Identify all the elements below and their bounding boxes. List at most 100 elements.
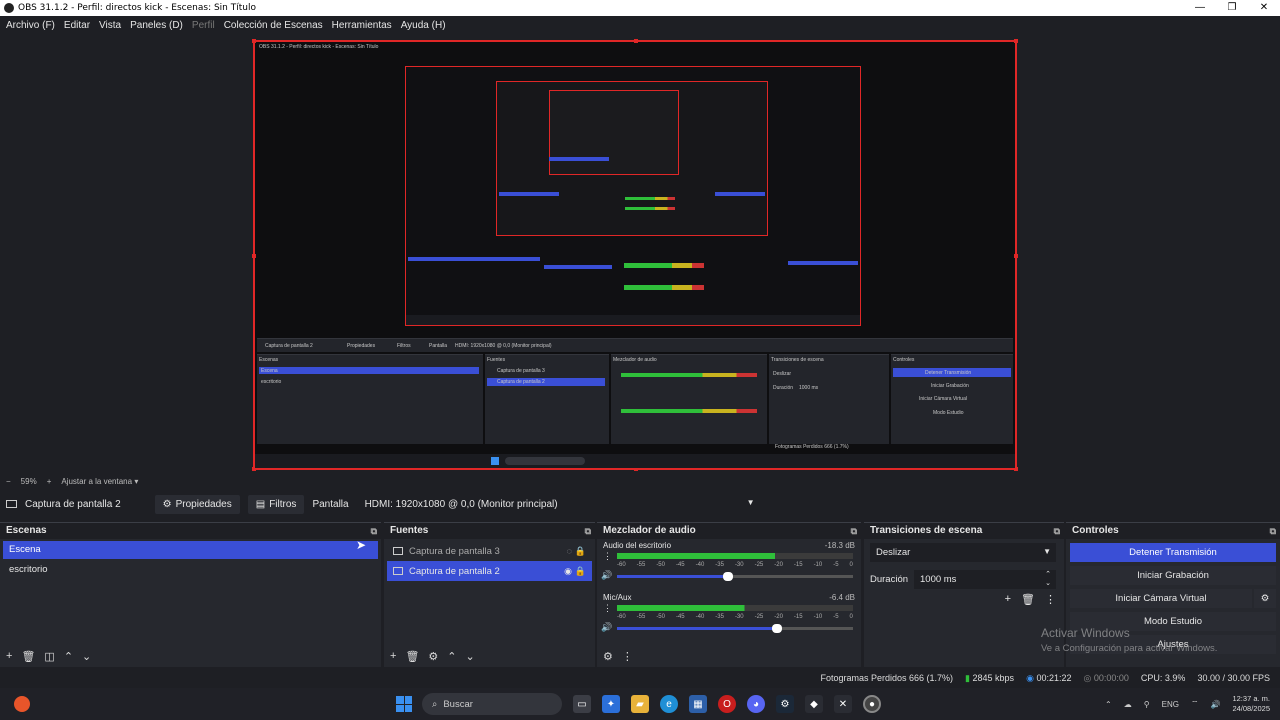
undock-icon[interactable]: ⧉: [371, 523, 377, 539]
speaker-icon[interactable]: 🔊: [601, 622, 612, 633]
lock-icon[interactable]: 🔒: [575, 566, 586, 577]
properties-button[interactable]: ⚙ Propiedades: [154, 494, 240, 514]
start-virtual-camera-button[interactable]: Iniciar Cámara Virtual: [1070, 589, 1252, 608]
obs-taskbar-icon[interactable]: ●: [863, 695, 881, 713]
capcut-icon[interactable]: ✕: [834, 695, 852, 713]
resize-handle[interactable]: [252, 254, 256, 258]
transition-select[interactable]: Deslizar ▼: [870, 543, 1056, 562]
zoom-fit-dropdown[interactable]: Ajustar a la ventana ▾: [61, 477, 138, 486]
zoom-out-button[interactable]: −: [6, 477, 11, 486]
spin-arrows-icon[interactable]: ⌃ ⌄: [1045, 570, 1051, 588]
meter-tick-label: -45: [675, 562, 685, 568]
gear-icon[interactable]: ⚙: [1254, 589, 1276, 608]
monitor-icon: [6, 500, 17, 508]
mini-stop-stream-label: Detener Transmisión: [925, 370, 972, 376]
menu-editar[interactable]: Editar: [64, 20, 90, 31]
kebab-icon[interactable]: ⋮: [1045, 593, 1056, 606]
close-button[interactable]: ✕: [1248, 0, 1280, 16]
file-explorer-icon[interactable]: ▰: [631, 695, 649, 713]
resize-handle[interactable]: [634, 39, 638, 43]
kebab-icon[interactable]: ⋮: [603, 603, 612, 614]
trash-icon[interactable]: 🗑: [21, 650, 35, 663]
display-select[interactable]: HDMI: 1920x1080 @ 0,0 (Monitor principal…: [358, 495, 759, 513]
mini-duration-label: Duración: [773, 385, 794, 391]
move-up-icon[interactable]: ⌃: [447, 650, 456, 663]
cpu-usage: CPU: 3.9%: [1140, 673, 1186, 683]
usb-icon[interactable]: ⚲: [1144, 700, 1150, 709]
resize-handle[interactable]: [252, 39, 256, 43]
volume-slider[interactable]: [617, 624, 853, 633]
preview-area[interactable]: OBS 31.1.2 - Perfil: directos kick - Esc…: [0, 36, 1280, 474]
source-item[interactable]: Captura de pantalla 3 ◌ 🔒: [387, 541, 592, 561]
trash-icon[interactable]: 🗑: [1021, 593, 1035, 606]
duration-spinbox[interactable]: 1000 ms ⌃ ⌄: [914, 570, 1056, 589]
add-source-button[interactable]: +: [390, 650, 396, 663]
mini-scene-selected: [259, 367, 479, 374]
resize-handle[interactable]: [1014, 39, 1018, 43]
start-button[interactable]: [396, 696, 412, 712]
move-down-icon[interactable]: ⌄: [466, 650, 475, 663]
menu-coleccion-escenas[interactable]: Colección de Escenas: [224, 20, 323, 31]
minimize-button[interactable]: —: [1184, 0, 1216, 16]
kebab-icon[interactable]: ⋮: [603, 551, 612, 562]
task-view-icon[interactable]: ▭: [573, 695, 591, 713]
move-down-icon[interactable]: ⌄: [82, 650, 91, 663]
sources-toolbar: + 🗑 ⚙ ⌃ ⌄: [390, 650, 475, 663]
taskbar-search[interactable]: ⌕ Buscar: [422, 693, 562, 715]
move-up-icon[interactable]: ⌃: [64, 650, 73, 663]
lock-icon[interactable]: 🔒: [575, 546, 586, 557]
menu-herramientas[interactable]: Herramientas: [332, 20, 392, 31]
undock-icon[interactable]: ⧉: [851, 523, 857, 539]
gear-icon[interactable]: ⚙: [428, 650, 438, 663]
source-item[interactable]: Captura de pantalla 2 ◉ 🔒: [387, 561, 592, 581]
store-icon[interactable]: ▦: [689, 695, 707, 713]
menu-archivo[interactable]: Archivo (F): [6, 20, 55, 31]
add-transition-button[interactable]: +: [1005, 593, 1011, 606]
resize-handle[interactable]: [1014, 254, 1018, 258]
menu-ayuda[interactable]: Ayuda (H): [401, 20, 446, 31]
undock-icon[interactable]: ⧉: [1054, 523, 1060, 539]
advanced-audio-icon[interactable]: ⚙: [603, 650, 613, 663]
undock-icon[interactable]: ⧉: [585, 523, 591, 539]
volume-icon[interactable]: 🔊: [1210, 700, 1220, 709]
scene-item[interactable]: escritorio: [3, 561, 378, 579]
filters-button[interactable]: ▤ Filtros: [247, 494, 305, 514]
trash-icon[interactable]: 🗑: [405, 650, 419, 663]
game-app-icon[interactable]: ◆: [805, 695, 823, 713]
eye-icon[interactable]: ◉: [564, 566, 572, 577]
tray-language[interactable]: ENG: [1162, 700, 1179, 709]
wifi-icon[interactable]: ⌔: [1191, 699, 1199, 709]
clock[interactable]: 12:37 a. m. 24/08/2025: [1232, 694, 1270, 714]
stream-timer: ◉ 00:21:22: [1026, 673, 1071, 684]
steam-icon[interactable]: ⚙: [776, 695, 794, 713]
copilot-icon[interactable]: ✦: [602, 695, 620, 713]
maximize-button[interactable]: ❐: [1216, 0, 1248, 16]
volume-knob[interactable]: [772, 624, 783, 633]
meter-ticks: -60 -55 -50 -45 -40 -35 -30 -25 -20 -15 -10 -5 0: [617, 614, 853, 620]
menu-paneles[interactable]: Paneles (D): [130, 20, 183, 31]
kebab-icon[interactable]: ⋮: [622, 650, 633, 663]
meter-tick-label: -10: [813, 614, 823, 620]
monitor-icon: [393, 547, 403, 555]
preview-canvas[interactable]: OBS 31.1.2 - Perfil: directos kick - Esc…: [252, 39, 1018, 471]
eye-hidden-icon[interactable]: ◌: [567, 546, 572, 556]
add-scene-button[interactable]: +: [6, 650, 12, 663]
scene-item[interactable]: Escena: [3, 541, 378, 559]
notification-app-icon[interactable]: [14, 696, 30, 712]
speaker-icon[interactable]: 🔊: [601, 570, 612, 581]
scene-filters-icon[interactable]: ◫: [44, 650, 54, 663]
discord-icon[interactable]: ◕: [747, 695, 765, 713]
cloud-icon[interactable]: ☁: [1124, 700, 1132, 709]
tray-chevron-icon[interactable]: ⌃: [1105, 700, 1112, 709]
edge-icon[interactable]: e: [660, 695, 678, 713]
stop-streaming-button[interactable]: Detener Transmisión: [1070, 543, 1276, 562]
start-recording-button[interactable]: Iniciar Grabación: [1070, 566, 1276, 585]
opera-icon[interactable]: O: [718, 695, 736, 713]
menu-perfil[interactable]: Perfil: [192, 20, 215, 31]
menu-vista[interactable]: Vista: [99, 20, 121, 31]
volume-knob[interactable]: [722, 572, 733, 581]
volume-slider[interactable]: [617, 572, 853, 581]
mixer-channel: Mic/Aux -6.4 dB ⋮ -60 -55 -50 -45 -40 -35 -30-…: [597, 591, 861, 643]
undock-icon[interactable]: ⧉: [1270, 523, 1276, 539]
zoom-in-button[interactable]: +: [47, 477, 52, 486]
